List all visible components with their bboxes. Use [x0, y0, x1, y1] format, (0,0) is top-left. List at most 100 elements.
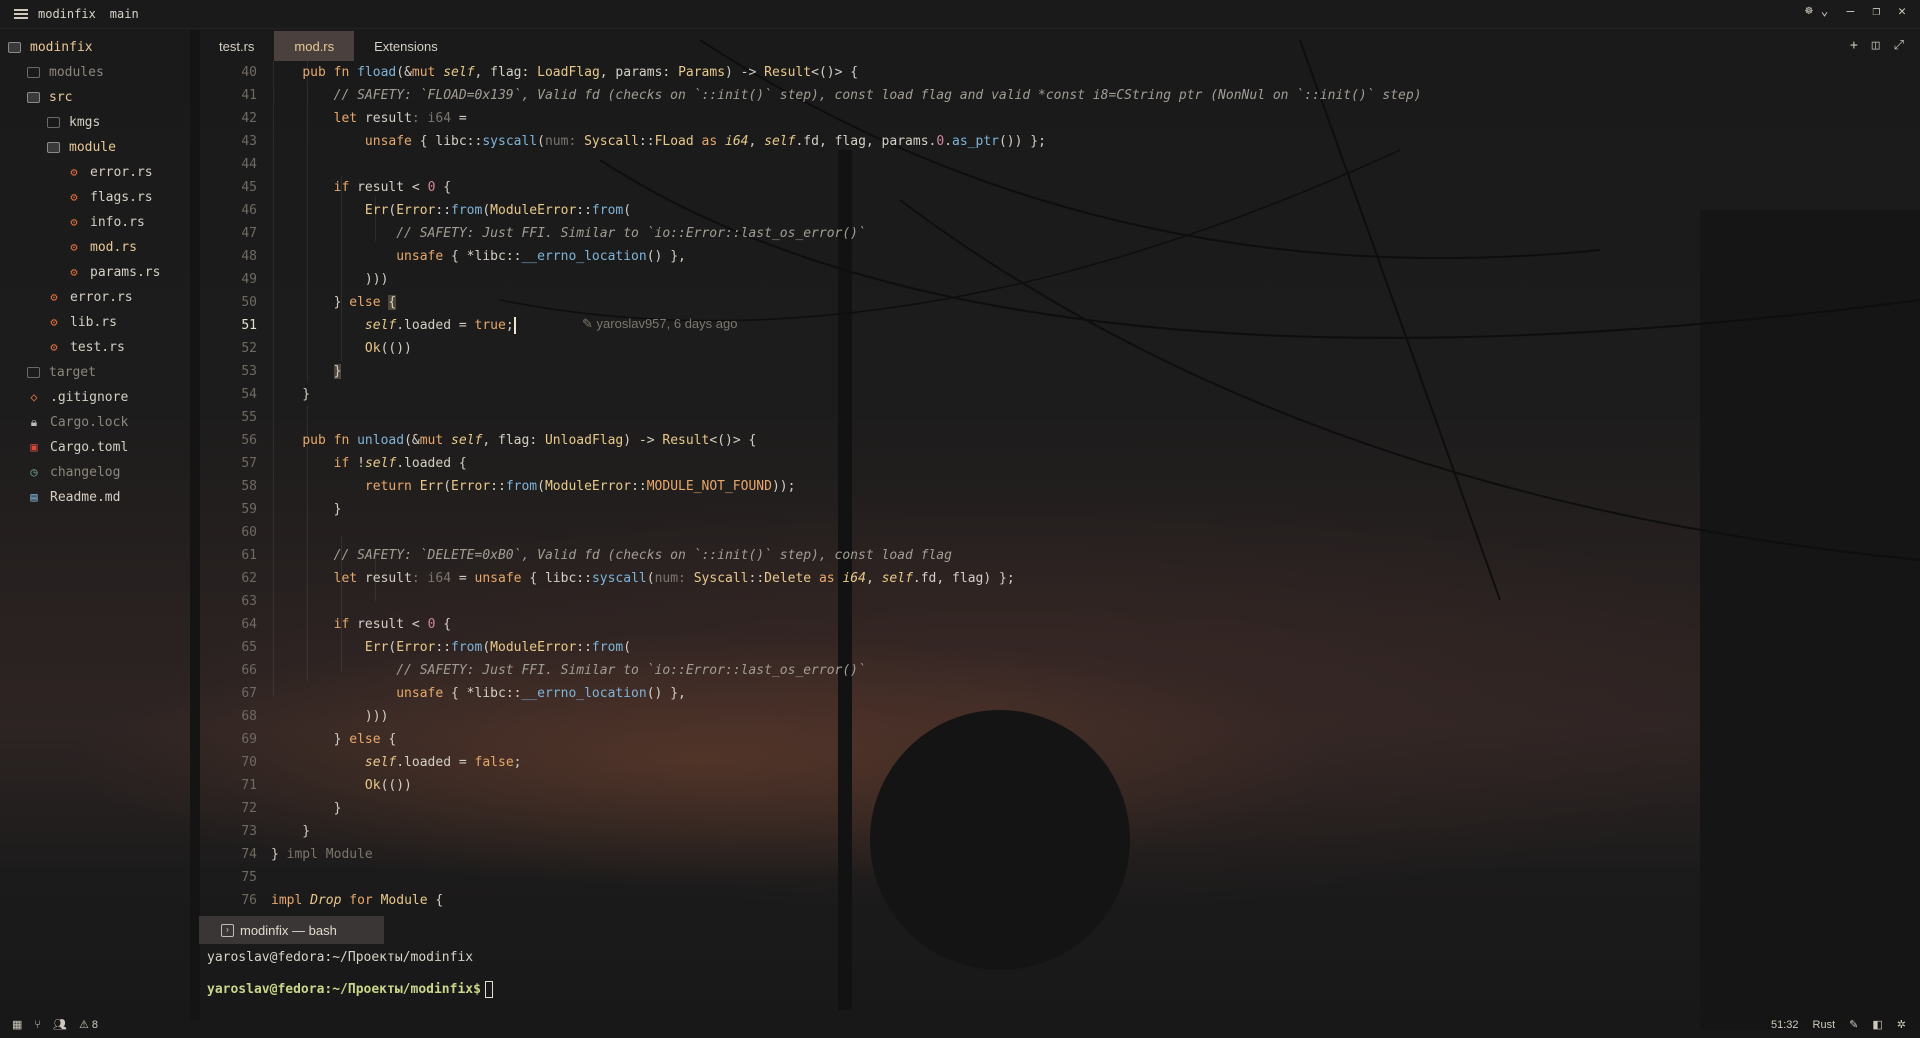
line-number: 48: [241, 249, 257, 264]
tree-item-readme[interactable]: ▤ Readme.md: [27, 485, 120, 509]
tree-item-src[interactable]: src: [27, 85, 72, 109]
tree-item-error-rs[interactable]: ⚙ error.rs: [67, 160, 152, 184]
line-number: 68: [241, 709, 257, 724]
line-number: 45: [241, 180, 257, 195]
line-number: 64: [241, 617, 257, 632]
code-text: Err(Error::from(ModuleError::from(: [364, 203, 632, 218]
account-icon[interactable]: ☸ ⌄: [1805, 4, 1828, 19]
code-text: Err(Error::from(ModuleError::from(: [364, 640, 632, 655]
code-text: }: [333, 364, 342, 379]
code-text: unsafe { *libc::__errno_location() },: [396, 249, 686, 264]
tab-mod-rs[interactable]: mod.rs: [274, 31, 355, 61]
code-text: if !self.loaded {: [333, 456, 467, 471]
edit-predictions-icon[interactable]: ✎: [1849, 1018, 1858, 1031]
code-text: return Err(Error::from(ModuleError::MODU…: [364, 479, 796, 494]
git-blame-annotation: ✎ yaroslav957, 6 days ago: [582, 316, 738, 331]
code-text: }: [271, 824, 311, 839]
line-number: 60: [241, 525, 257, 540]
terminal-icon: ›: [221, 923, 234, 937]
terminal-tab[interactable]: › modinfix — bash: [199, 916, 384, 944]
tree-item-gitignore[interactable]: ◇ .gitignore: [27, 385, 128, 409]
line-number: 72: [241, 801, 257, 816]
warning-icon: ⚠: [78, 1019, 89, 1031]
assistant-icon[interactable]: ◧: [1872, 1018, 1882, 1031]
line-number: 46: [241, 203, 257, 218]
line-number: 43: [241, 134, 257, 149]
tab-bar: test.rs mod.rs Extensions: [199, 31, 458, 61]
project-name[interactable]: modinfix: [38, 7, 96, 21]
folder-open-icon: [47, 141, 60, 153]
tree-item-src-error-rs[interactable]: ⚙ error.rs: [47, 285, 132, 309]
code-text: } else {: [271, 732, 397, 747]
tree-item-changelog[interactable]: ◷ changelog: [27, 460, 120, 484]
rust-file-icon: ⚙: [50, 290, 58, 304]
code-text: }: [271, 387, 311, 402]
line-number: 55: [241, 410, 257, 425]
code-text: // SAFETY: `FLOAD=0x139`, Valid fd (chec…: [333, 88, 1422, 103]
lock-icon: 🔒︎: [30, 415, 38, 429]
language-selector[interactable]: Rust: [1813, 1019, 1836, 1031]
rust-file-icon: ⚙: [70, 165, 78, 179]
panels-icon[interactable]: ▦: [12, 1018, 22, 1031]
hamburger-menu-icon[interactable]: [14, 9, 28, 19]
tree-item-cargo-toml[interactable]: ▣ Cargo.toml: [27, 435, 128, 459]
tree-item-cargo-lock[interactable]: 🔒︎ Cargo.lock: [27, 410, 128, 434]
folder-icon: [47, 116, 60, 128]
code-text: let result: i64 = unsafe { libc::syscall…: [333, 571, 1015, 586]
folder-icon: [27, 366, 40, 378]
line-number: 51: [241, 318, 257, 333]
line-number: 52: [241, 341, 257, 356]
git-branch-icon[interactable]: ⑂: [34, 1019, 41, 1031]
code-text: unsafe { *libc::__errno_location() },: [396, 686, 686, 701]
minimize-icon[interactable]: –: [1847, 4, 1855, 19]
restore-icon[interactable]: ❐: [1872, 4, 1880, 19]
title-bar: modinfix main ☸ ⌄ – ❐ ✕: [0, 0, 1920, 29]
new-tab-icon[interactable]: +: [1850, 38, 1858, 53]
tree-item-modules[interactable]: modules: [27, 60, 104, 84]
rust-file-icon: ⚙: [70, 265, 78, 279]
rust-file-icon: ⚙: [50, 315, 58, 329]
line-number: 47: [241, 226, 257, 241]
line-number: 66: [241, 663, 257, 678]
branch-name[interactable]: main: [110, 7, 139, 21]
tree-item-kmgs[interactable]: kmgs: [47, 110, 100, 134]
code-text: Ok(()): [364, 341, 412, 356]
line-number: 63: [241, 594, 257, 609]
tree-item-mod-rs[interactable]: ⚙ mod.rs: [67, 235, 137, 259]
rust-file-icon: ⚙: [50, 340, 58, 354]
tree-item-flags-rs[interactable]: ⚙ flags.rs: [67, 185, 152, 209]
code-editor[interactable]: 40 pub fn fload(&mut self, flag: LoadFla…: [199, 61, 1920, 917]
tree-item-lib-rs[interactable]: ⚙ lib.rs: [47, 310, 117, 334]
collab-icon[interactable]: 👥︎: [53, 1018, 67, 1031]
maximize-pane-icon[interactable]: ⤢: [1894, 38, 1904, 53]
line-number: 53: [241, 364, 257, 379]
code-text: pub fn fload(&mut self, flag: LoadFlag, …: [302, 65, 859, 80]
tree-item-target[interactable]: target: [27, 360, 96, 384]
code-text: unsafe { libc::syscall(num: Syscall::FLo…: [364, 134, 1046, 149]
close-icon[interactable]: ✕: [1898, 4, 1906, 19]
line-number: 40: [241, 65, 257, 80]
cursor-position[interactable]: 51:32: [1771, 1019, 1799, 1031]
folder-open-icon: [27, 91, 40, 103]
text-cursor: [513, 317, 516, 334]
tree-root[interactable]: modinfix: [8, 35, 93, 59]
code-text: let result: i64 =: [333, 111, 467, 126]
diagnostics[interactable]: ⚠ 8: [79, 1018, 98, 1031]
line-number: 75: [241, 870, 257, 885]
markdown-icon: ▤: [30, 490, 38, 504]
split-pane-icon[interactable]: ◫: [1872, 38, 1880, 53]
tree-item-test-rs[interactable]: ⚙ test.rs: [47, 335, 124, 359]
tree-item-info-rs[interactable]: ⚙ info.rs: [67, 210, 144, 234]
line-number: 57: [241, 456, 257, 471]
line-number: 44: [241, 157, 257, 172]
line-number: 41: [241, 88, 257, 103]
settings-icon[interactable]: ✲: [1897, 1018, 1906, 1031]
tab-test-rs[interactable]: test.rs: [199, 31, 274, 61]
git-commit-icon: ✎: [582, 316, 593, 331]
tab-extensions[interactable]: Extensions: [354, 31, 458, 61]
tree-item-params-rs[interactable]: ⚙ params.rs: [67, 260, 160, 284]
line-number: 42: [241, 111, 257, 126]
rust-file-icon: ⚙: [70, 240, 78, 254]
project-panel: modinfix modules src kmgs module ⚙ error.…: [0, 30, 188, 1005]
tree-item-module[interactable]: module: [47, 135, 116, 159]
